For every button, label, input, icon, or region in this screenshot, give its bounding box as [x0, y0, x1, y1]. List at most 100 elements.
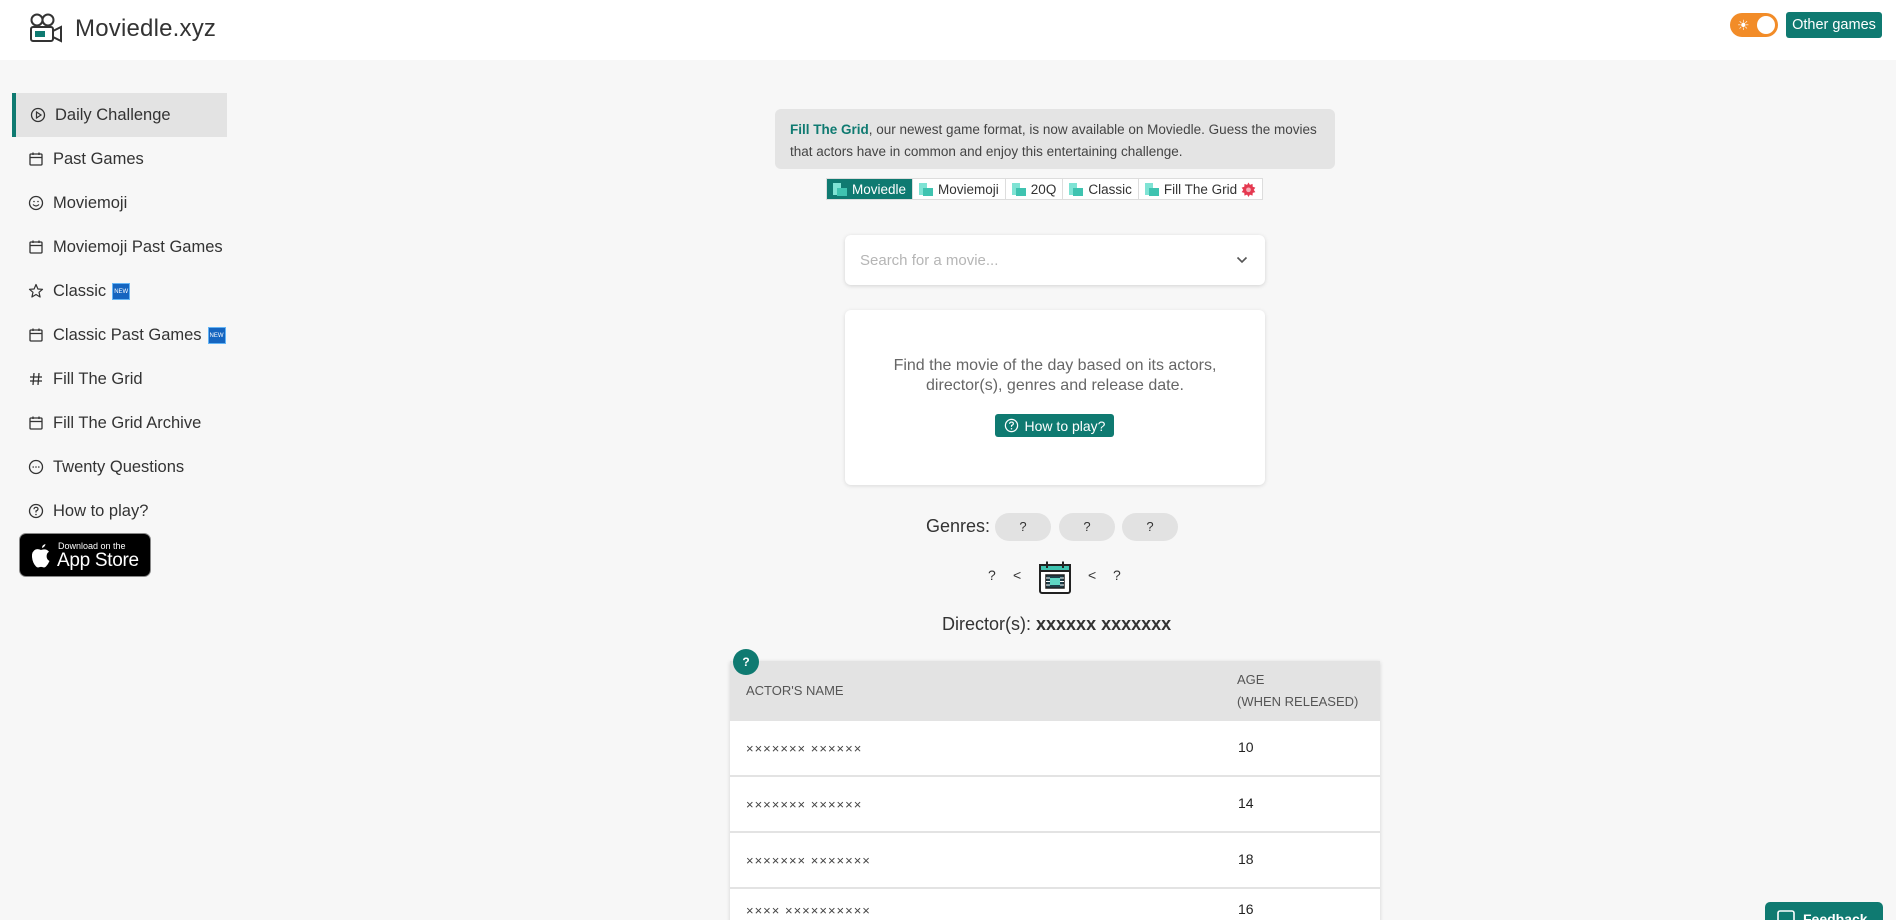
- movie-search-box[interactable]: [845, 235, 1265, 285]
- folder-icon: [1011, 183, 1026, 196]
- new-burst-icon: [1241, 181, 1256, 197]
- folder-icon: [1069, 183, 1084, 196]
- tab-label: Fill The Grid: [1163, 181, 1238, 197]
- sidebar-item-label: Classic Past Games: [53, 325, 202, 344]
- help-circle-icon: [1004, 418, 1018, 433]
- how-to-play-button[interactable]: How to play?: [995, 414, 1114, 437]
- sidebar-item-label: Twenty Questions: [53, 457, 185, 476]
- actor-age: 14: [1238, 795, 1254, 811]
- genres-label: Genres:: [926, 516, 991, 536]
- brand-title[interactable]: Moviedle.xyz: [75, 15, 216, 43]
- sidebar-item-past-games[interactable]: Past Games: [12, 137, 227, 181]
- sidebar-item-label: Moviemoji Past Games: [53, 237, 223, 256]
- folder-icon: [1144, 183, 1159, 196]
- table-row: ××××××× ×××××× 14: [730, 777, 1380, 833]
- actors-table: ACTOR'S NAME AGE (WHEN RELEASED) ×××××××…: [730, 661, 1380, 920]
- sun-icon: ☀: [1737, 17, 1750, 33]
- genre-pill: ?: [1122, 513, 1178, 541]
- folder-icon: [833, 183, 847, 196]
- how-to-play-label: How to play?: [1024, 417, 1106, 434]
- director-line: Director(s): xxxxxx xxxxxxx: [942, 614, 1171, 635]
- info-text: Find the movie of the day based on its a…: [893, 357, 1217, 394]
- actor-name: ××××××× ××××××: [746, 797, 863, 812]
- smiley-icon: [28, 195, 44, 211]
- release-calendar-icon: [1039, 561, 1071, 594]
- tab-label: Classic: [1088, 181, 1132, 197]
- table-help-button[interactable]: ?: [733, 649, 759, 675]
- apple-icon: [31, 544, 50, 568]
- table-header: ACTOR'S NAME AGE (WHEN RELEASED): [730, 661, 1380, 721]
- calendar-icon: [28, 239, 44, 255]
- year-min: ?: [988, 567, 996, 583]
- sidebar-item-moviemoji[interactable]: Moviemoji: [12, 181, 227, 225]
- year-max: ?: [1113, 567, 1121, 583]
- sidebar-item-label: How to play?: [53, 501, 149, 520]
- sidebar-item-label: Fill The Grid: [53, 369, 143, 388]
- actor-name: ××××××× ××××××: [746, 741, 863, 756]
- sidebar-item-classic-past-games[interactable]: Classic Past Games NEW: [12, 313, 227, 357]
- top-header: Moviedle.xyz ☀ Other games: [0, 0, 1896, 60]
- tab-label: Moviedle: [852, 181, 907, 197]
- tab-moviedle[interactable]: Moviedle: [827, 179, 914, 199]
- actor-age: 10: [1238, 739, 1254, 755]
- announcement-highlight-link[interactable]: Fill The Grid: [790, 122, 869, 137]
- director-value: xxxxxx xxxxxxx: [1036, 614, 1172, 634]
- table-row: ××××××× ×××××× 10: [730, 721, 1380, 777]
- year-less-than: <: [1013, 567, 1022, 583]
- movie-camera-icon[interactable]: [28, 13, 64, 45]
- tab-20q[interactable]: 20Q: [1006, 179, 1064, 199]
- announcement-text: , our newest game format, is now availab…: [790, 122, 1317, 159]
- sidebar-item-classic[interactable]: Classic NEW: [12, 269, 227, 313]
- table-row: ××××××× ××××××× 18: [730, 833, 1380, 889]
- theme-toggle[interactable]: ☀: [1730, 13, 1778, 37]
- folder-icon: [919, 183, 934, 196]
- chevron-down-icon[interactable]: [1235, 253, 1249, 267]
- actor-age: 18: [1238, 851, 1254, 867]
- sidebar-item-moviemoji-past-games[interactable]: Moviemoji Past Games: [12, 225, 227, 269]
- calendar-icon: [28, 151, 44, 167]
- play-circle-icon: [30, 107, 46, 123]
- app-store-button[interactable]: Download on the App Store: [19, 533, 151, 577]
- search-input[interactable]: [860, 249, 1220, 271]
- sidebar-item-label: Moviemoji: [53, 193, 128, 212]
- toggle-knob: [1757, 16, 1775, 34]
- sidebar-item-fill-the-grid-archive[interactable]: Fill The Grid Archive: [12, 401, 227, 445]
- feedback-button[interactable]: Feedback: [1765, 902, 1883, 920]
- sidebar-item-fill-the-grid[interactable]: Fill The Grid: [12, 357, 227, 401]
- sidebar-item-label: Classic: [53, 281, 107, 300]
- info-card: Find the movie of the day based on its a…: [845, 310, 1265, 485]
- new-badge-icon: NEW: [207, 326, 226, 344]
- sidebar-nav: Daily Challenge Past Games Moviemoji Mov…: [12, 93, 227, 533]
- table-row: ×××× ×××××××××× 16: [730, 889, 1380, 920]
- sidebar-item-label: Fill The Grid Archive: [53, 413, 202, 432]
- calendar-icon: [28, 327, 44, 343]
- feedback-label: Feedback: [1803, 911, 1868, 920]
- actor-age: 16: [1238, 901, 1254, 917]
- new-badge-icon: NEW: [112, 282, 131, 300]
- tab-fill-the-grid[interactable]: Fill The Grid: [1139, 179, 1262, 199]
- game-tabs: Moviedle Moviemoji 20Q Classic Fill The …: [826, 178, 1264, 200]
- sidebar-item-twenty-questions[interactable]: Twenty Questions: [12, 445, 227, 489]
- column-header-age-sub: (WHEN RELEASED): [1237, 694, 1359, 709]
- app-store-big-text: App Store: [57, 550, 139, 571]
- announcement-banner: Fill The Grid, our newest game format, i…: [775, 109, 1335, 169]
- tab-label: 20Q: [1030, 181, 1057, 197]
- help-circle-icon: [28, 503, 44, 519]
- director-label: Director(s):: [942, 614, 1031, 634]
- genre-pill: ?: [1059, 513, 1115, 541]
- tab-moviemoji[interactable]: Moviemoji: [913, 179, 1006, 199]
- calendar-icon: [28, 415, 44, 431]
- actor-name: ××××××× ×××××××: [746, 853, 871, 868]
- actor-name: ×××× ××××××××××: [746, 903, 871, 918]
- column-header-age: AGE: [1237, 672, 1265, 687]
- tab-label: Moviemoji: [938, 181, 999, 197]
- other-games-button[interactable]: Other games: [1786, 12, 1882, 38]
- column-header-actor-name: ACTOR'S NAME: [746, 683, 844, 698]
- tab-classic[interactable]: Classic: [1063, 179, 1139, 199]
- sidebar-item-how-to-play[interactable]: How to play?: [12, 489, 227, 533]
- sidebar-item-daily-challenge[interactable]: Daily Challenge: [12, 93, 227, 137]
- star-icon: [28, 283, 44, 299]
- sidebar-item-label: Past Games: [53, 149, 144, 168]
- sidebar-item-label: Daily Challenge: [55, 105, 171, 124]
- hash-icon: [28, 371, 44, 387]
